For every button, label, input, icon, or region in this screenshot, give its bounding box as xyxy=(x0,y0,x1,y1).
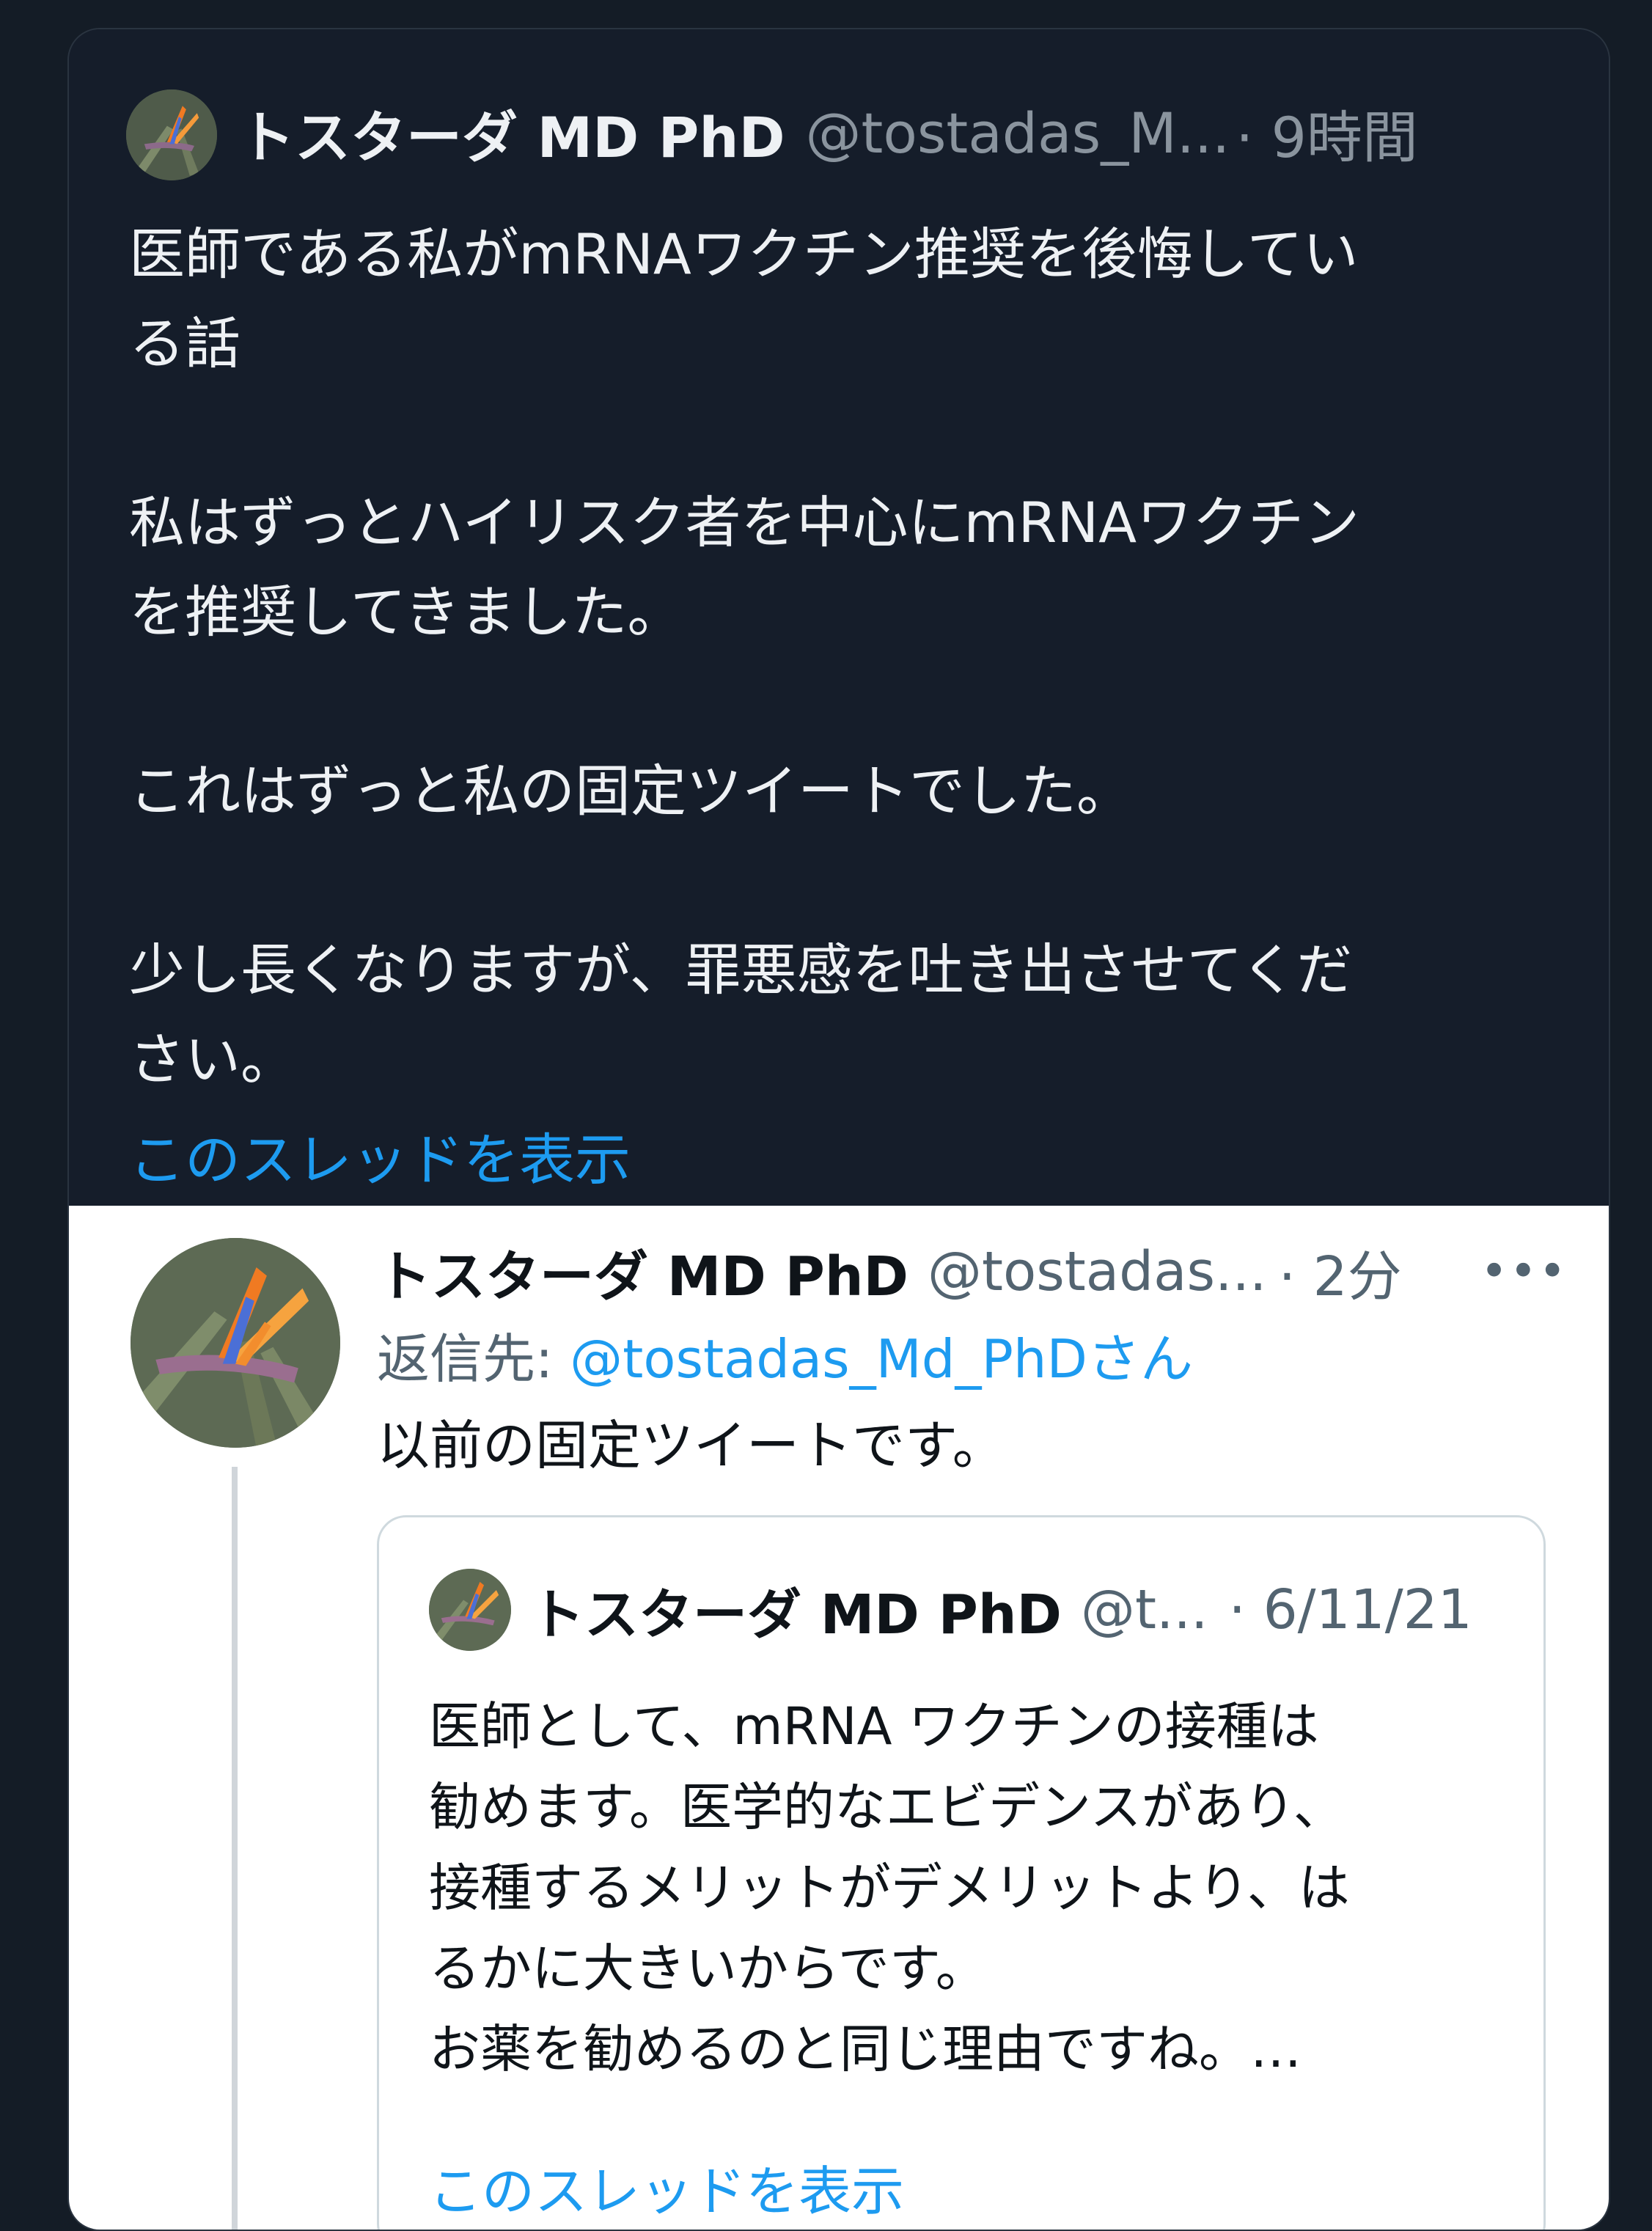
avatar[interactable] xyxy=(429,1569,511,1651)
show-thread-link[interactable]: このスレッドを表示 xyxy=(429,2148,904,2225)
tweet-time[interactable]: · 6/11/21 xyxy=(1229,1578,1472,1641)
tweet-card[interactable]: トスターダ MD PhD @tostadas_M... · 9時間 医師である私… xyxy=(67,28,1610,2231)
text-line: お薬を勧めるのと同じ理由ですね。… xyxy=(429,2019,1302,2079)
tweet-paragraph: これはずっと私の固定ツイートでした。 xyxy=(129,758,1132,824)
tweet-time[interactable]: · 2分 xyxy=(1279,1233,1402,1311)
reply-tweet-header: トスターダ MD PhD @tostadas... · 2分 ••• xyxy=(377,1235,1587,1308)
bird-of-paradise-flower-icon xyxy=(131,1238,340,1448)
author-handle[interactable]: @t... xyxy=(1081,1578,1208,1641)
bird-of-paradise-flower-icon xyxy=(429,1569,511,1651)
author-handle[interactable]: @tostadas_M... xyxy=(806,100,1230,166)
more-options-icon[interactable]: ••• xyxy=(1480,1245,1568,1299)
author-name[interactable]: トスターダ MD PhD xyxy=(239,92,785,173)
avatar[interactable] xyxy=(131,1238,340,1448)
quoted-tweet[interactable]: トスターダ MD PhD @tostadas_M... · 9時間 医師である私… xyxy=(69,29,1609,1206)
embedded-quote-card[interactable]: トスターダ MD PhD @t... · 6/11/21 医師として、mRNA … xyxy=(377,1515,1546,2230)
thread-connector-line xyxy=(232,1467,238,2230)
tweet-paragraph: 私はずっとハイリスク者を中心にmRNAワクチン を推奨してきました。 xyxy=(129,490,1360,645)
replying-to-label: 返信先: xyxy=(377,1328,570,1390)
tweet-text: 以前の固定ツイートです。 xyxy=(377,1415,1005,1476)
bird-of-paradise-flower-icon xyxy=(126,89,217,180)
text-line: 接種するメリットがデメリットより、は xyxy=(429,1858,1350,1918)
replying-to: 返信先: @tostadas_Md_PhDさん xyxy=(377,1316,1193,1393)
tweet-text: 医師である私がmRNAワクチン推奨を後悔してい る話 私はずっとハイリスク者を中… xyxy=(129,210,1588,1104)
author-name[interactable]: トスターダ MD PhD xyxy=(530,1571,1062,1649)
quoted-tweet-header: トスターダ MD PhD @tostadas_M... · 9時間 xyxy=(239,92,1581,173)
avatar[interactable] xyxy=(126,89,217,180)
text-line: 勧めます。医学的なエビデンスがあり、 xyxy=(429,1777,1345,1837)
show-thread-link[interactable]: このスレッドを表示 xyxy=(129,1115,631,1195)
author-name[interactable]: トスターダ MD PhD xyxy=(377,1233,908,1311)
embedded-quote-header: トスターダ MD PhD @t... · 6/11/21 xyxy=(530,1572,1527,1648)
text-line: るかに大きいからです。 xyxy=(429,1938,987,1999)
replying-to-handle-link[interactable]: @tostadas_Md_PhDさん xyxy=(570,1328,1193,1390)
author-handle[interactable]: @tostadas... xyxy=(928,1240,1267,1303)
tweet-paragraph: 医師である私がmRNAワクチン推奨を後悔してい る話 xyxy=(129,221,1359,376)
tweet-time[interactable]: · 9時間 xyxy=(1236,92,1418,173)
embedded-quote-text: 医師として、mRNA ワクチンの接種は 勧めます。医学的なエビデンスがあり、 接… xyxy=(429,1686,1514,2089)
reply-tweet[interactable]: トスターダ MD PhD @tostadas... · 2分 ••• 返信先: … xyxy=(69,1206,1609,2230)
tweet-paragraph: 少し長くなりますが、罪悪感を吐き出させてくだ さい。 xyxy=(129,937,1353,1092)
text-line: 医師として、mRNA ワクチンの接種は xyxy=(429,1696,1319,1756)
